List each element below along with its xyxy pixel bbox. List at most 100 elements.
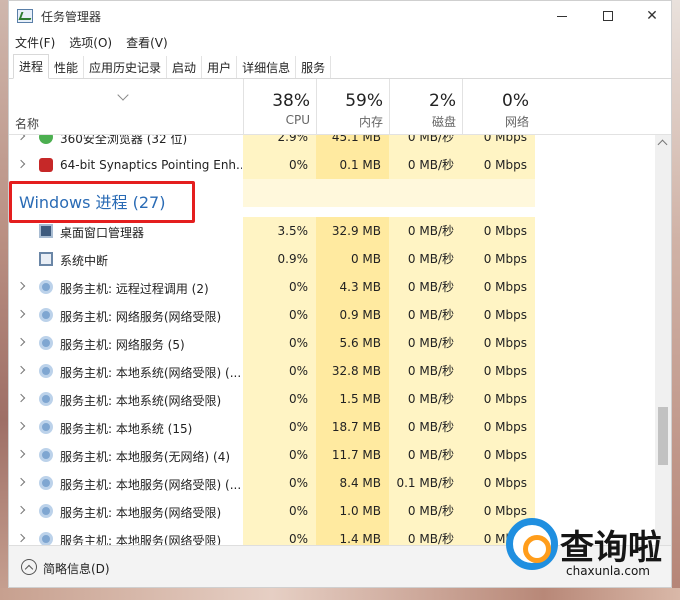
tab-details[interactable]: 详细信息 bbox=[237, 56, 297, 78]
title-bar[interactable]: 任务管理器 ✕ bbox=[9, 1, 671, 31]
gear-icon bbox=[39, 532, 53, 545]
desktop-background-left bbox=[0, 0, 8, 600]
memory-value: 8.4 MB bbox=[316, 469, 389, 497]
network-value: 0 Mbps bbox=[462, 385, 535, 413]
expand-chevron-icon[interactable] bbox=[16, 533, 26, 543]
process-row[interactable]: 服务主机: 本地系统 (15) 0% 18.7 MB 0 MB/秒 0 Mbps bbox=[9, 413, 657, 441]
expand-chevron-icon[interactable] bbox=[16, 309, 26, 319]
scrollbar-thumb[interactable] bbox=[658, 407, 668, 465]
network-value: 0 Mbps bbox=[462, 217, 535, 245]
disk-value: 0 MB/秒 bbox=[389, 497, 462, 525]
process-row[interactable]: 服务主机: 本地服务(网络受限) (... 0% 8.4 MB 0.1 MB/秒 0 M… bbox=[9, 469, 657, 497]
collapse-up-icon[interactable] bbox=[21, 559, 37, 575]
process-name: 服务主机: 本地服务(网络受限) bbox=[60, 506, 222, 520]
group-cpu-fill bbox=[243, 179, 316, 207]
network-value: 0 Mbps bbox=[462, 135, 535, 151]
menu-file[interactable]: 文件(F) bbox=[15, 34, 55, 51]
chaxunla-logo-icon bbox=[506, 518, 558, 570]
process-row[interactable]: 服务主机: 远程过程调用 (2) 0% 4.3 MB 0 MB/秒 0 Mbps bbox=[9, 273, 657, 301]
disk-value: 0 MB/秒 bbox=[389, 357, 462, 385]
memory-value: 1.0 MB bbox=[316, 497, 389, 525]
column-name-header[interactable]: 名称 bbox=[15, 115, 39, 132]
memory-value: 1.4 MB bbox=[316, 525, 389, 545]
column-memory-header[interactable]: 59% 内存 bbox=[316, 79, 389, 135]
process-row[interactable]: 服务主机: 网络服务(网络受限) 0% 0.9 MB 0 MB/秒 0 Mbps bbox=[9, 301, 657, 329]
fewer-details-button[interactable]: 简略信息(D) bbox=[43, 560, 110, 577]
process-row[interactable]: 服务主机: 本地服务(无网络) (4) 0% 11.7 MB 0 MB/秒 0 Mbps bbox=[9, 441, 657, 469]
process-name: 服务主机: 本地服务(无网络) (4) bbox=[60, 450, 231, 464]
expand-chevron-icon[interactable] bbox=[16, 135, 26, 141]
minimize-icon bbox=[557, 15, 567, 17]
tab-services[interactable]: 服务 bbox=[296, 56, 332, 78]
cpu-total-percent: 38% bbox=[272, 91, 310, 111]
disk-value: 0 MB/秒 bbox=[389, 273, 462, 301]
tab-performance[interactable]: 性能 bbox=[49, 56, 85, 78]
column-disk-header[interactable]: 2% 磁盘 bbox=[389, 79, 462, 135]
memory-value: 18.7 MB bbox=[316, 413, 389, 441]
memory-value: 4.3 MB bbox=[316, 273, 389, 301]
cpu-value: 0% bbox=[243, 301, 316, 329]
process-row[interactable]: 服务主机: 本地系统(网络受限) (... 0% 32.8 MB 0 MB/秒 0 Mb… bbox=[9, 357, 657, 385]
expand-chevron-icon[interactable] bbox=[16, 281, 26, 291]
process-row[interactable]: 服务主机: 本地系统(网络受限) 0% 1.5 MB 0 MB/秒 0 Mbps bbox=[9, 385, 657, 413]
process-name: 系统中断 bbox=[60, 254, 109, 268]
process-row[interactable]: 系统中断 0.9% 0 MB 0 MB/秒 0 Mbps bbox=[9, 245, 657, 273]
memory-value: 0.9 MB bbox=[316, 301, 389, 329]
expand-chevron-icon[interactable] bbox=[16, 365, 26, 375]
tab-startup[interactable]: 启动 bbox=[167, 56, 203, 78]
cpu-value: 0% bbox=[243, 329, 316, 357]
memory-value: 0 MB bbox=[316, 245, 389, 273]
process-name: 服务主机: 本地系统(网络受限) bbox=[60, 394, 222, 408]
column-cpu-header[interactable]: 38% CPU bbox=[243, 79, 316, 135]
close-button[interactable]: ✕ bbox=[629, 1, 671, 31]
expand-chevron-icon[interactable] bbox=[16, 477, 26, 487]
desktop-background-bottom bbox=[0, 588, 680, 600]
tab-bar: 进程 性能 应用历史记录 启动 用户 详细信息 服务 bbox=[9, 53, 671, 79]
tab-users[interactable]: 用户 bbox=[202, 56, 238, 78]
expand-chevron-icon[interactable] bbox=[16, 449, 26, 459]
gear-icon bbox=[39, 448, 53, 462]
disk-value: 0 MB/秒 bbox=[389, 245, 462, 273]
memory-value: 1.5 MB bbox=[316, 385, 389, 413]
maximize-button[interactable] bbox=[585, 1, 631, 31]
expand-chevron-icon[interactable] bbox=[16, 337, 26, 347]
window-title: 任务管理器 bbox=[41, 10, 102, 24]
column-header: 名称 38% CPU 59% 内存 2% 磁盘 0% 网络 bbox=[9, 79, 671, 135]
process-row[interactable]: 服务主机: 网络服务 (5) 0% 5.6 MB 0 MB/秒 0 Mbps bbox=[9, 329, 657, 357]
disk-value: 0 MB/秒 bbox=[389, 135, 462, 151]
tab-app-history[interactable]: 应用历史记录 bbox=[84, 56, 168, 78]
process-name: 服务主机: 远程过程调用 (2) bbox=[60, 282, 209, 296]
gear-icon bbox=[39, 280, 53, 294]
cpu-value: 0% bbox=[243, 385, 316, 413]
menu-view[interactable]: 查看(V) bbox=[126, 34, 168, 51]
network-value: 0 Mbps bbox=[462, 245, 535, 273]
disk-value: 0.1 MB/秒 bbox=[389, 469, 462, 497]
cpu-value: 0% bbox=[243, 525, 316, 545]
memory-total-percent: 59% bbox=[345, 91, 383, 111]
expand-chevron-icon[interactable] bbox=[16, 393, 26, 403]
network-value: 0 Mbps bbox=[462, 357, 535, 385]
disk-value: 0 MB/秒 bbox=[389, 385, 462, 413]
cpu-label: CPU bbox=[285, 113, 310, 127]
gear-icon bbox=[39, 364, 53, 378]
memory-label: 内存 bbox=[358, 115, 383, 129]
minimize-button[interactable] bbox=[539, 1, 585, 31]
expand-chevron-icon[interactable] bbox=[16, 159, 26, 169]
process-name: 64-bit Synaptics Pointing Enh... bbox=[60, 158, 242, 172]
expand-chevron-icon[interactable] bbox=[16, 505, 26, 515]
process-name: 服务主机: 网络服务 (5) bbox=[60, 338, 185, 352]
process-row[interactable]: 64-bit Synaptics Pointing Enh... 0% 0.1 … bbox=[9, 151, 657, 179]
tab-processes[interactable]: 进程 bbox=[13, 54, 50, 79]
expand-chevron-icon[interactable] bbox=[16, 421, 26, 431]
disk-value: 0 MB/秒 bbox=[389, 329, 462, 357]
scroll-up-icon[interactable] bbox=[657, 139, 668, 150]
sort-chevron-icon[interactable] bbox=[117, 89, 129, 101]
process-name: 服务主机: 本地服务(网络受限) (... bbox=[60, 478, 242, 492]
process-row[interactable]: 360安全浏览器 (32 位) 2.9% 45.1 MB 0 MB/秒 0 Mb… bbox=[9, 135, 657, 151]
menu-options[interactable]: 选项(O) bbox=[69, 34, 112, 51]
close-icon: ✕ bbox=[646, 8, 658, 24]
disk-total-percent: 2% bbox=[429, 91, 456, 111]
column-network-header[interactable]: 0% 网络 bbox=[462, 79, 535, 135]
process-row[interactable]: 桌面窗口管理器 3.5% 32.9 MB 0 MB/秒 0 Mbps bbox=[9, 217, 657, 245]
vertical-scrollbar[interactable] bbox=[655, 135, 671, 545]
